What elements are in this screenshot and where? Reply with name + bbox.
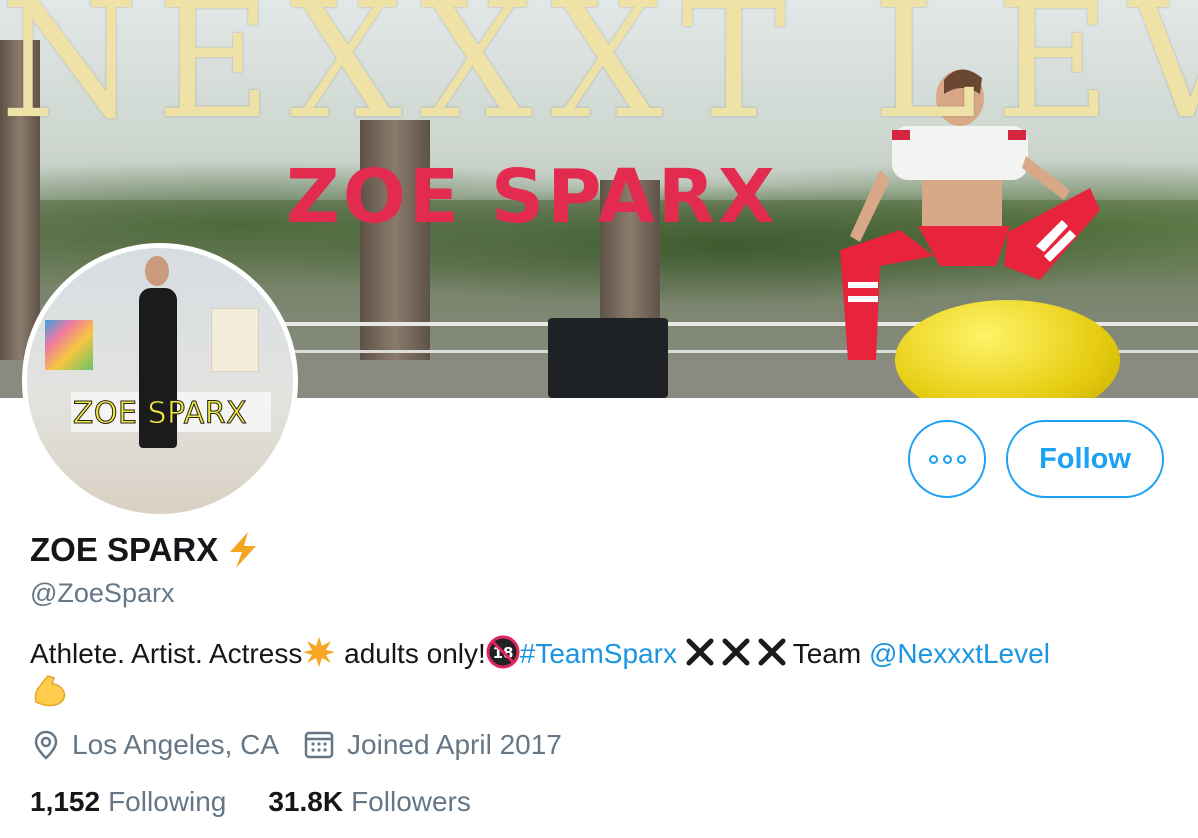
banner-title: NEXXXT LEVEL	[0, 0, 1198, 155]
location-text: Los Angeles, CA	[72, 729, 280, 760]
banner-subtitle: ZOE SPARX	[286, 154, 778, 240]
bio: Athlete. Artist. Actress adults only! 18…	[30, 634, 1180, 674]
cross-mark-icon	[758, 638, 786, 666]
mention-link[interactable]: @NexxxtLevel	[869, 638, 1050, 669]
profile-meta: Los Angeles, CA Joined April 2017	[32, 729, 586, 761]
avatar-label: ZOE SPARX	[72, 396, 248, 432]
patio-chair	[548, 318, 668, 398]
bio-text: adults only!	[336, 638, 486, 669]
joined-text: Joined April 2017	[347, 729, 562, 760]
bio-text: Athlete. Artist. Actress	[30, 638, 303, 669]
no-under-18-icon: 18	[486, 635, 520, 669]
avatar[interactable]: ZOE SPARX	[22, 243, 298, 519]
followers-link[interactable]: 31.8K Followers	[268, 786, 471, 818]
avatar-person-head	[145, 256, 169, 286]
display-name: ZOE SPARX	[30, 530, 264, 570]
burst-emoji-icon	[303, 637, 336, 667]
following-count: 1,152	[30, 786, 101, 817]
lightning-bolt-icon	[230, 532, 257, 568]
follow-button[interactable]: Follow	[1006, 420, 1164, 498]
bio-text: Team	[792, 638, 869, 669]
more-dots-icon	[942, 454, 952, 464]
profile-stats: 1,152 Following 31.8K Followers	[30, 786, 513, 818]
more-dots-icon	[956, 454, 966, 464]
avatar-wall-art	[45, 320, 93, 370]
following-link[interactable]: 1,152 Following	[30, 786, 226, 818]
display-name-text: ZOE SPARX	[30, 531, 219, 568]
hashtag-link[interactable]: #TeamSparx	[520, 638, 677, 669]
cross-mark-icon	[686, 638, 714, 666]
location-item: Los Angeles, CA	[32, 729, 279, 761]
cross-mark-icon	[722, 638, 750, 666]
followers-count: 31.8K	[268, 786, 344, 817]
handle: @ZoeSparx	[30, 578, 175, 608]
location-pin-icon	[34, 730, 58, 760]
more-options-button[interactable]	[908, 420, 986, 498]
flexed-biceps-icon	[34, 675, 66, 707]
following-label: Following	[108, 786, 227, 817]
calendar-icon	[304, 731, 334, 759]
more-dots-icon	[928, 454, 938, 464]
avatar-wall-art	[211, 308, 259, 372]
followers-label: Followers	[351, 786, 471, 817]
joined-item: Joined April 2017	[303, 729, 562, 761]
